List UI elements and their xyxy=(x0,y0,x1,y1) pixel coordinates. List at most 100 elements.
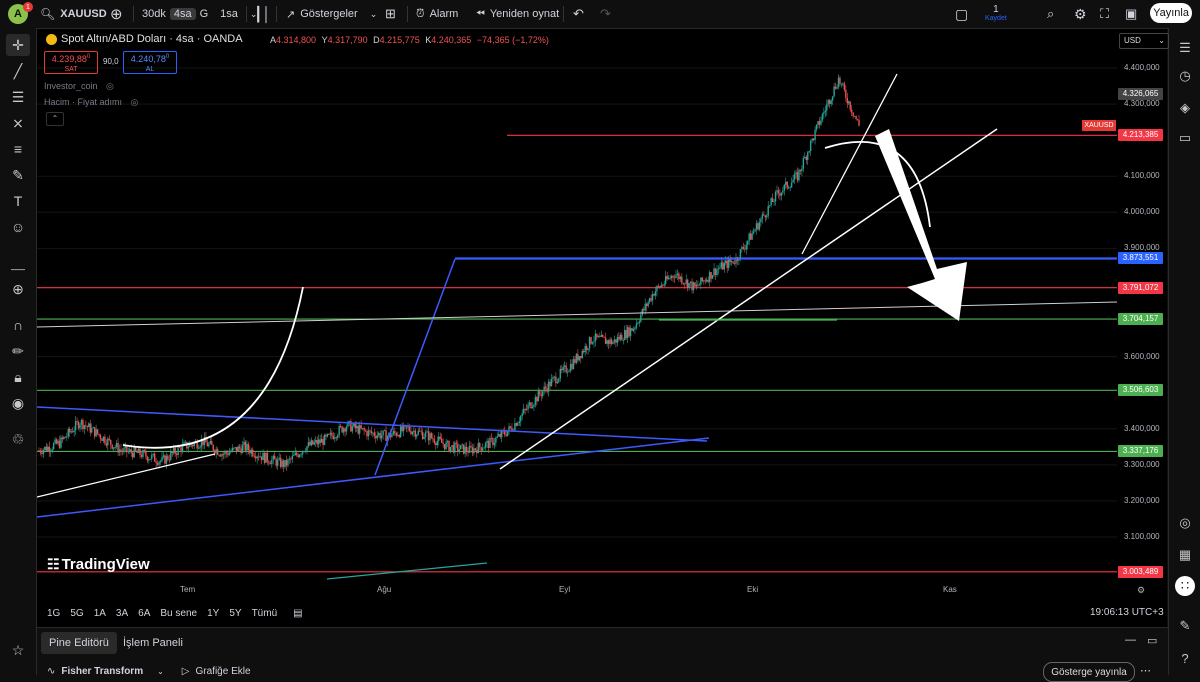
tab-trading-panel[interactable]: İşlem Paneli xyxy=(115,632,191,654)
alerts-clock-icon[interactable]: ◷ xyxy=(1175,66,1195,86)
candle-body xyxy=(183,442,185,445)
gear-icon[interactable]: ⚙︎ xyxy=(1074,0,1087,28)
minimize-icon[interactable]: — xyxy=(1125,634,1136,646)
candle-body xyxy=(238,446,241,449)
candle-body xyxy=(256,456,258,459)
screener-icon[interactable]: ◎ xyxy=(1175,513,1195,533)
candle-body xyxy=(399,426,402,437)
publish-indicator-button[interactable]: Gösterge yayınla xyxy=(1043,662,1135,682)
calendar-goto-icon[interactable]: ▤ xyxy=(293,608,302,619)
fib-retracement-icon[interactable]: ☰ xyxy=(6,86,30,108)
candle-body xyxy=(530,402,532,409)
clock[interactable]: 19:06:13 UTC+3 xyxy=(1090,607,1164,618)
candle-body xyxy=(716,269,718,275)
range-5d[interactable]: 5G xyxy=(70,608,83,619)
candle-body xyxy=(165,455,168,464)
chart-canvas[interactable] xyxy=(36,29,1167,629)
interval-30m[interactable]: 30dk xyxy=(138,8,170,20)
trendline-icon[interactable]: ╱ xyxy=(6,60,30,82)
save-button[interactable]: 1 Kaydet xyxy=(985,0,1007,28)
indicator-row-1[interactable]: Investor_coin ◎ xyxy=(44,81,114,92)
maximize-icon[interactable]: ▭ xyxy=(1147,634,1157,647)
range-1d[interactable]: 1G xyxy=(47,608,60,619)
lock-icon[interactable]: 🔒︎ xyxy=(6,366,30,388)
candle-body xyxy=(259,456,261,458)
axis-settings-gear-icon[interactable]: ⚙︎ xyxy=(1137,585,1145,596)
interval-1w[interactable]: 1sa xyxy=(216,8,242,20)
ruler-icon[interactable]: ⸏ xyxy=(6,252,30,274)
candle-body xyxy=(325,434,327,437)
help-icon[interactable]: ? xyxy=(1175,648,1195,668)
candle-body xyxy=(462,444,465,454)
interval-1d[interactable]: G xyxy=(196,8,213,20)
sell-button[interactable]: 4.239,880 SAT xyxy=(44,51,98,74)
tab-pine-editor[interactable]: Pine Editörü xyxy=(41,632,117,654)
camera-icon[interactable]: ▣ xyxy=(1125,0,1137,28)
range-ytd[interactable]: Bu sene xyxy=(160,608,197,619)
buy-button[interactable]: 4.240,780 AL xyxy=(123,51,177,74)
replay-button[interactable]: ⏪︎ Yeniden oynat xyxy=(476,0,559,28)
eye-icon[interactable]: ◉ xyxy=(6,392,30,414)
range-6m[interactable]: 6A xyxy=(138,608,150,619)
eye-off-icon[interactable]: ◎ xyxy=(131,97,139,107)
candle-body xyxy=(695,284,698,287)
candle-body xyxy=(159,460,162,462)
crosshair-icon[interactable]: ✛ xyxy=(6,34,30,56)
candle-type-icon[interactable]: ┃│ xyxy=(254,0,271,28)
range-1y[interactable]: 1Y xyxy=(207,608,219,619)
fullscreen-icon[interactable]: ⛶ xyxy=(1100,0,1109,28)
trash-icon[interactable]: ♲ xyxy=(6,428,30,450)
emoji-icon[interactable]: ☺ xyxy=(6,216,30,238)
candle-body xyxy=(442,442,444,445)
collapse-legend-button[interactable]: ⌃ xyxy=(46,112,64,126)
quick-search-icon[interactable]: ⌕ xyxy=(1047,0,1054,28)
price-chart[interactable] xyxy=(36,29,1167,629)
candle-body xyxy=(407,426,409,428)
range-all[interactable]: Tümü xyxy=(252,608,278,619)
add-to-chart-button[interactable]: Grafiğe Ekle xyxy=(196,666,251,677)
chart-legend[interactable]: Spot Altın/ABD Doları · 4sa · OANDA xyxy=(46,33,243,45)
compare-symbol-icon[interactable]: ⊕ xyxy=(110,0,123,28)
watchlist-icon[interactable]: ☰ xyxy=(1175,38,1195,58)
range-3m[interactable]: 3A xyxy=(116,608,128,619)
candle-body xyxy=(708,272,711,282)
chat-icon[interactable]: ▭ xyxy=(1175,128,1195,148)
indicator-row-2[interactable]: Hacim · Fiyat adımı ◎ xyxy=(44,97,138,108)
candle-body xyxy=(219,455,222,457)
zoom-in-icon[interactable]: ⊕ xyxy=(6,278,30,300)
star-icon[interactable]: ☆ xyxy=(6,639,30,661)
range-5y[interactable]: 5Y xyxy=(229,608,241,619)
candle-body xyxy=(341,426,343,433)
apps-grid-icon[interactable]: ∷ xyxy=(1175,576,1195,596)
notes-icon[interactable]: ✎ xyxy=(1175,616,1195,636)
layout-square-icon[interactable]: ▢ xyxy=(955,0,968,28)
script-name[interactable]: Fisher Transform xyxy=(61,666,143,677)
publish-button[interactable]: Yayınla xyxy=(1150,3,1192,23)
alert-button[interactable]: ⏰︎ Alarm xyxy=(416,0,458,28)
candle-body xyxy=(688,283,690,289)
symbol-search[interactable]: 🔍︎ XAUUSD xyxy=(40,0,107,28)
candle-body xyxy=(278,457,280,460)
layouts-grid-icon[interactable]: ⊞ xyxy=(385,0,396,28)
range-1m[interactable]: 1A xyxy=(94,608,106,619)
forecast-icon[interactable]: ≡ xyxy=(6,138,30,160)
eye-off-icon[interactable]: ◎ xyxy=(106,81,114,91)
redo-icon[interactable]: ↷ xyxy=(600,0,611,28)
candle-body xyxy=(383,430,386,432)
candle-body xyxy=(455,442,458,444)
white-uptrend-line xyxy=(499,128,998,470)
magnet-icon[interactable]: ∩ xyxy=(6,314,30,336)
brush-icon[interactable]: ✎ xyxy=(6,164,30,186)
calendar-icon[interactable]: ▦ xyxy=(1175,545,1195,565)
indicators-button[interactable]: ↗︎ Göstergeler ⌄ xyxy=(286,0,377,28)
undo-icon[interactable]: ↶ xyxy=(573,0,584,28)
interval-4h[interactable]: 4sa xyxy=(169,8,196,20)
candle-body xyxy=(793,174,796,180)
text-icon[interactable]: T xyxy=(6,190,30,212)
candle-body xyxy=(262,452,264,461)
currency-select[interactable]: USD ⌄ xyxy=(1119,33,1169,49)
more-options-icon[interactable]: ⋯ xyxy=(1140,664,1151,677)
layers-icon[interactable]: ◈ xyxy=(1175,98,1195,118)
lock-drawings-pencil-icon[interactable]: ✏ xyxy=(6,340,30,362)
pattern-icon[interactable]: ⨯ xyxy=(6,112,30,134)
